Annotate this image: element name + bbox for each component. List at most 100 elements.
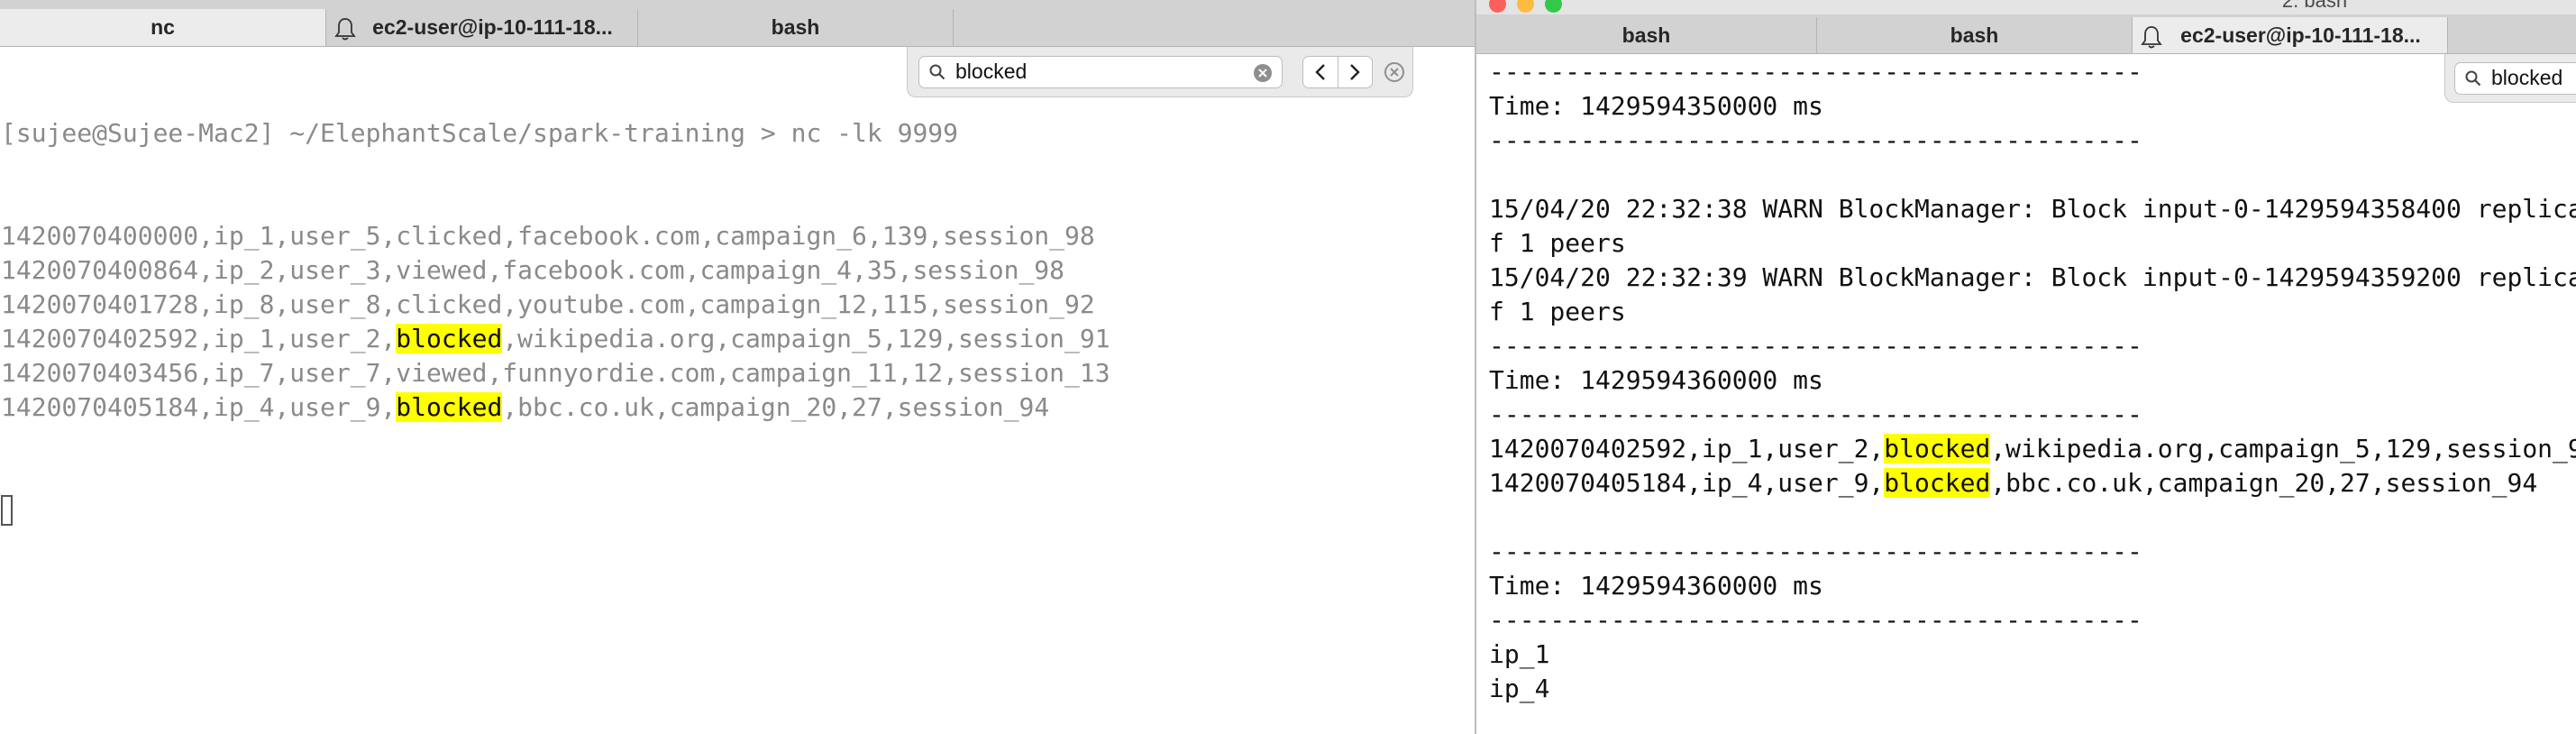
cursor-line [1,493,1475,528]
line-text: Time: 1429594360000 ms [1489,365,1823,395]
output-line: 15/04/20 22:32:38 WARN BlockManager: Blo… [1489,192,2576,226]
search-match-highlight: blocked [396,392,503,422]
terminal-cursor [1,495,13,526]
line-text: 1420070402592,ip_1,user_2, [1489,434,1885,463]
line-text: ,bbc.co.uk,campaign_20,27,session_94 [502,392,1050,422]
line-text: 15/04/20 22:32:38 WARN BlockManager: Blo… [1489,194,2576,224]
output-line: Time: 1429594350000 ms [1489,89,2576,124]
close-window-button[interactable] [1489,0,1506,13]
right-terminal-output[interactable]: ----------------------------------------… [1476,55,2576,734]
right-terminal-window: 2. bash bash bash ec2-user@ip-10-111-18.… [1475,0,2576,734]
line-text: ----------------------------------------… [1489,57,2142,87]
line-text: ,wikipedia.org,campaign_5,129,session_91 [1990,434,2576,463]
tab-label: bash [771,15,820,39]
record-line: 1420070403456,ip_7,user_7,viewed,funnyor… [1,356,1475,390]
output-line: ip_4 [1489,672,2576,706]
tab-bar-filler [954,9,1475,46]
record-line: 1420070405184,ip_4,user_9,blocked,bbc.co… [1,390,1475,425]
output-line: ----------------------------------------… [1489,535,2576,569]
tab-bash[interactable]: bash [638,9,954,46]
search-match-highlight: blocked [1884,468,1991,498]
record-line: 1420070402592,ip_1,user_2,blocked,wikipe… [1,322,1475,356]
right-find-bar [2444,54,2576,103]
line-text: ,bbc.co.uk,campaign_20,27,session_94 [1990,468,2538,498]
line-text: Time: 1429594350000 ms [1489,91,1823,121]
output-line: ----------------------------------------… [1489,124,2576,158]
line-text: 1420070405184,ip_4,user_9, [1,392,397,422]
window-titlebar: 2. bash [1476,0,2576,15]
output-line: Time: 1429594360000 ms [1489,363,2576,398]
tab-label: ec2-user@ip-10-111-18... [372,15,613,39]
output-line: f 1 peers [1489,295,2576,329]
tab-nc[interactable]: nc [0,9,326,46]
window-title: 2. bash [2281,0,2348,12]
find-nav [1302,55,1373,88]
line-text: f 1 peers [1489,228,1626,258]
close-circle-icon [1384,61,1404,82]
tab-label: nc [151,15,175,39]
output-line: 15/04/20 22:32:39 WARN BlockManager: Blo… [1489,261,2576,295]
line-text: Time: 1429594360000 ms [1489,571,1823,601]
output-line: ip_1 [1489,638,2576,672]
left-terminal-output[interactable]: [sujee@Sujee-Mac2] ~/ElephantScale/spark… [0,48,1475,734]
chevron-right-icon [1350,63,1360,80]
left-terminal-window: nc ec2-user@ip-10-111-18... bash [sujee@… [0,0,1475,734]
line-text: ,wikipedia.org,campaign_5,129,session_91 [502,324,1110,353]
output-line: 1420070402592,ip_1,user_2,blocked,wikipe… [1489,432,2576,466]
record-list: 1420070400000,ip_1,user_5,clicked,facebo… [1,219,1475,425]
line-text: ----------------------------------------… [1489,399,2142,429]
bell-icon [334,18,356,41]
clear-circle-icon[interactable] [1253,63,1273,83]
tab-ec2-user[interactable]: ec2-user@ip-10-111-18... [326,9,638,46]
tab-bash-2[interactable]: bash [1817,17,2133,53]
find-next-button[interactable] [1337,56,1373,87]
find-input[interactable] [955,59,1244,85]
output-line: ----------------------------------------… [1489,603,2576,638]
chevron-left-icon [1315,63,1325,80]
line-text: 1420070400864,ip_2,user_3,viewed,faceboo… [1,255,1065,285]
find-close-button[interactable] [1384,61,1405,83]
find-field [918,55,1283,88]
line-text: ----------------------------------------… [1489,331,2142,361]
tab-label: ec2-user@ip-10-111-18... [2180,23,2421,47]
line-text: 1420070405184,ip_4,user_9, [1489,468,1885,498]
find-input[interactable] [2491,65,2576,91]
tab-bash-1[interactable]: bash [1476,17,1817,53]
line-text: 15/04/20 22:32:39 WARN BlockManager: Blo… [1489,262,2576,292]
line-text: f 1 peers [1489,297,1626,326]
output-line: 1420070405184,ip_4,user_9,blocked,bbc.co… [1489,466,2576,500]
line-text: 1420070401728,ip_8,user_8,clicked,youtub… [1,289,1095,319]
tab-bar-filler [2448,17,2576,53]
zoom-window-button[interactable] [1545,0,1562,13]
tab-ec2-user[interactable]: ec2-user@ip-10-111-18... [2133,17,2448,53]
left-find-bar [907,47,1413,97]
bell-icon [2141,26,2162,49]
output-line: Time: 1429594360000 ms [1489,569,2576,603]
line-text: ----------------------------------------… [1489,605,2142,635]
line-text: 1420070400000,ip_1,user_5,clicked,facebo… [1,221,1095,251]
record-line: 1420070401728,ip_8,user_8,clicked,youtub… [1,288,1475,322]
tab-label: bash [1621,23,1671,47]
line-text: ----------------------------------------… [1489,537,2142,566]
record-line: 1420070400000,ip_1,user_5,clicked,facebo… [1,219,1475,253]
line-text: ip_4 [1489,674,1550,703]
magnifier-icon [2465,70,2481,86]
line-text: 1420070402592,ip_1,user_2, [1,324,397,353]
record-line: 1420070400864,ip_2,user_3,viewed,faceboo… [1,253,1475,288]
find-field [2454,61,2576,95]
output-line: ----------------------------------------… [1489,398,2576,432]
prompt-line: [sujee@Sujee-Mac2] ~/ElephantScale/spark… [1,118,959,148]
line-text: 1420070403456,ip_7,user_7,viewed,funnyor… [1,358,1110,388]
tab-label: bash [1950,23,1999,47]
minimize-window-button[interactable] [1517,0,1534,13]
find-previous-button[interactable] [1303,57,1338,87]
search-match-highlight: blocked [396,324,503,353]
line-text: ip_1 [1489,639,1550,669]
magnifier-icon [929,64,945,79]
search-match-highlight: blocked [1884,434,1991,463]
output-line: ----------------------------------------… [1489,329,2576,363]
right-tab-bar: bash bash ec2-user@ip-10-111-18... [1476,14,2576,54]
line-text: ----------------------------------------… [1489,125,2142,155]
